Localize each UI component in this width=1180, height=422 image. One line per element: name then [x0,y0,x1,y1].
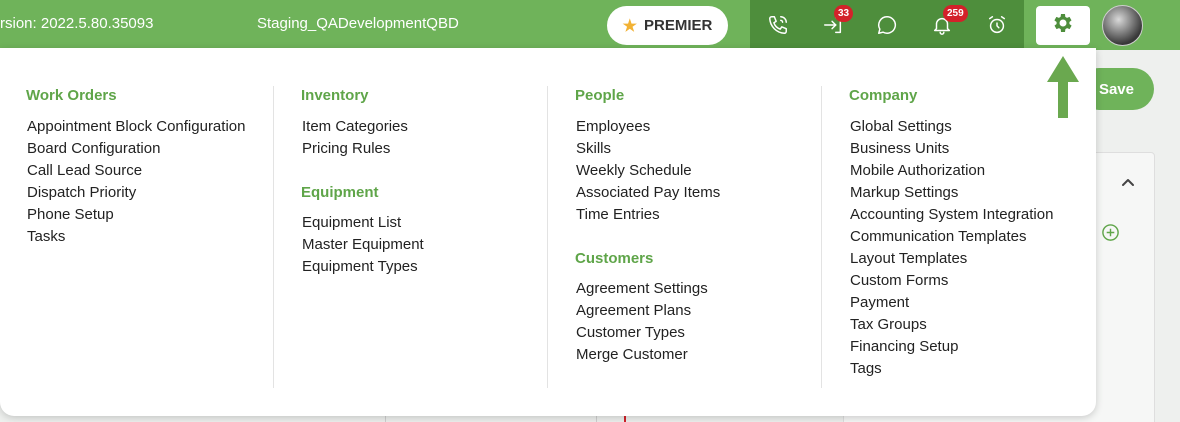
menu-item[interactable]: Global Settings [850,118,952,135]
menu-item[interactable]: Appointment Block Configuration [27,118,245,135]
menu-item[interactable]: Pricing Rules [302,140,390,157]
menu-column-people: People Employees Skills Weekly Schedule … [548,48,822,416]
gear-icon [1051,11,1075,40]
menu-heading-customers: Customers [575,250,654,267]
menu-heading-work-orders: Work Orders [26,87,117,104]
menu-item[interactable]: Accounting System Integration [850,206,1053,223]
menu-item[interactable]: Communication Templates [850,228,1026,245]
topbar-icon-group: 33 259 [750,0,1024,50]
environment-label: Staging_QADevelopmentQBD [257,15,459,32]
alarm-clock-icon[interactable] [985,13,1009,37]
menu-heading-company: Company [849,87,918,104]
menu-item[interactable]: Associated Pay Items [576,184,720,201]
menu-item[interactable]: Tax Groups [850,316,927,333]
menu-item[interactable]: Weekly Schedule [576,162,692,179]
settings-dropdown-menu: Work Orders Appointment Block Configurat… [0,48,1096,416]
menu-item[interactable]: Equipment Types [302,258,418,275]
avatar[interactable] [1102,5,1143,46]
menu-item[interactable]: Layout Templates [850,250,967,267]
menu-item[interactable]: Equipment List [302,214,401,231]
menu-item[interactable]: Merge Customer [576,346,688,363]
menu-item[interactable]: Time Entries [576,206,660,223]
menu-column-work-orders: Work Orders Appointment Block Configurat… [0,48,274,416]
menu-item[interactable]: Tags [850,360,882,377]
menu-heading-inventory: Inventory [301,87,369,104]
menu-item[interactable]: Call Lead Source [27,162,142,179]
premier-label: PREMIER [644,17,713,34]
menu-item[interactable]: Board Configuration [27,140,160,157]
menu-item[interactable]: Business Units [850,140,949,157]
phone-icon[interactable] [766,13,790,37]
version-label: rsion: 2022.5.80.35093 [0,15,154,32]
menu-item[interactable]: Agreement Settings [576,280,708,297]
menu-item[interactable]: Employees [576,118,650,135]
add-circle-icon[interactable] [1101,223,1120,242]
bell-icon[interactable]: 259 [930,5,968,37]
transfer-badge: 33 [834,5,854,22]
menu-item[interactable]: Phone Setup [27,206,114,223]
menu-item[interactable]: Item Categories [302,118,408,135]
menu-column-inventory: Inventory Item Categories Pricing Rules … [274,48,548,416]
menu-item[interactable]: Agreement Plans [576,302,691,319]
menu-item[interactable]: Master Equipment [302,236,424,253]
settings-button[interactable] [1036,6,1090,45]
menu-item[interactable]: Dispatch Priority [27,184,136,201]
menu-heading-equipment: Equipment [301,184,379,201]
transfer-icon[interactable]: 33 [821,5,854,37]
menu-item[interactable]: Customer Types [576,324,685,341]
menu-item[interactable]: Skills [576,140,611,157]
chevron-up-icon[interactable] [1118,172,1138,192]
menu-item[interactable]: Custom Forms [850,272,948,289]
chat-icon[interactable] [875,13,899,37]
premier-button[interactable]: ★ PREMIER [607,6,728,45]
menu-item[interactable]: Financing Setup [850,338,958,355]
menu-item[interactable]: Mobile Authorization [850,162,985,179]
star-icon: ★ [622,17,637,35]
arrow-up-icon [1046,56,1080,125]
menu-item[interactable]: Payment [850,294,909,311]
menu-item[interactable]: Tasks [27,228,65,245]
top-bar: rsion: 2022.5.80.35093 Staging_QADevelop… [0,0,1180,50]
notification-badge: 259 [943,5,968,22]
menu-item[interactable]: Markup Settings [850,184,958,201]
menu-heading-people: People [575,87,625,104]
